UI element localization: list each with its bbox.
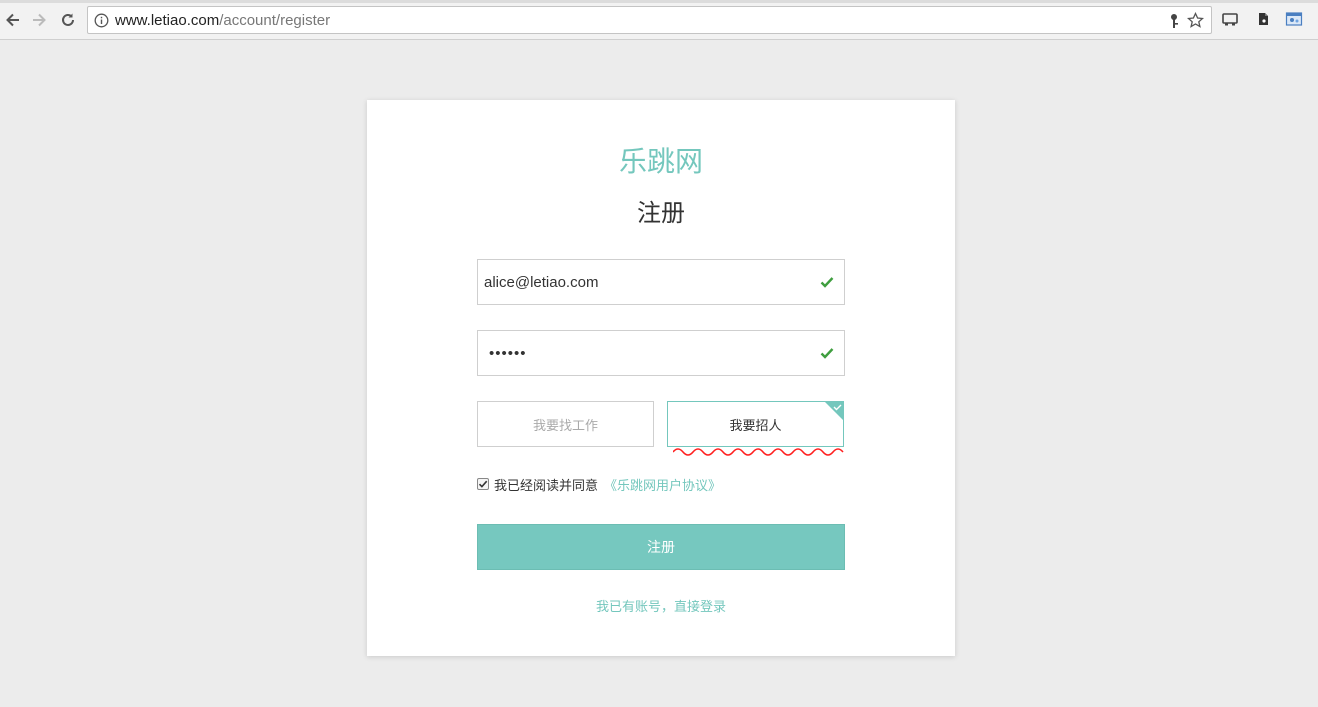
bookmark-star-icon[interactable]	[1187, 12, 1204, 29]
email-input[interactable]	[478, 260, 844, 304]
agree-checkbox[interactable]	[477, 478, 489, 490]
login-link[interactable]: 我已有账号，直接登录	[367, 596, 955, 615]
password-field[interactable]	[477, 330, 845, 376]
page-title: 注册	[637, 199, 685, 227]
url-path: /account/register	[219, 12, 331, 29]
valid-check-icon	[820, 348, 834, 359]
agreement-row: 我已经阅读并同意 《乐跳网用户协议》	[477, 475, 721, 494]
role-job-seeker-label: 我要找工作	[532, 418, 598, 434]
url-text: www.letiao.com/account/register	[115, 12, 330, 29]
address-bar[interactable]: www.letiao.com/account/register	[87, 6, 1212, 34]
spellcheck-underline	[673, 448, 844, 456]
checkmark-icon	[478, 480, 488, 488]
screenshot-extension-icon[interactable]	[1285, 10, 1303, 28]
selected-corner-check-icon	[825, 402, 843, 420]
password-input[interactable]	[478, 331, 844, 375]
register-submit-button[interactable]: 注册	[477, 524, 845, 570]
back-button[interactable]	[2, 9, 24, 31]
forward-button[interactable]	[28, 9, 50, 31]
register-submit-label: 注册	[647, 540, 675, 556]
agreement-link[interactable]: 《乐跳网用户协议》	[604, 475, 721, 494]
cast-extension-icon[interactable]	[1221, 10, 1239, 28]
role-job-seeker-button[interactable]: 我要找工作	[477, 401, 654, 447]
email-field[interactable]	[477, 259, 845, 305]
register-card: 乐跳网 注册 我要找工作 我要招人 我已经阅读并同意 《乐跳网用户协议》 注册 …	[367, 100, 955, 656]
arrow-right-icon	[33, 13, 46, 27]
evernote-extension-icon[interactable]	[1254, 10, 1272, 28]
reload-button[interactable]	[57, 9, 79, 31]
valid-check-icon	[820, 277, 834, 288]
role-recruiter-label: 我要招人	[729, 418, 782, 434]
brand-title: 乐跳网	[618, 145, 703, 178]
reload-icon	[62, 13, 74, 26]
arrow-left-icon	[6, 13, 19, 27]
role-recruiter-button[interactable]: 我要招人	[667, 401, 844, 447]
url-host: www.letiao.com	[115, 12, 220, 29]
key-icon[interactable]	[1167, 13, 1181, 29]
browser-toolbar: www.letiao.com/account/register	[0, 0, 1318, 40]
tab-strip	[0, 0, 1318, 3]
info-icon[interactable]	[94, 13, 109, 28]
agree-text: 我已经阅读并同意	[494, 478, 599, 494]
